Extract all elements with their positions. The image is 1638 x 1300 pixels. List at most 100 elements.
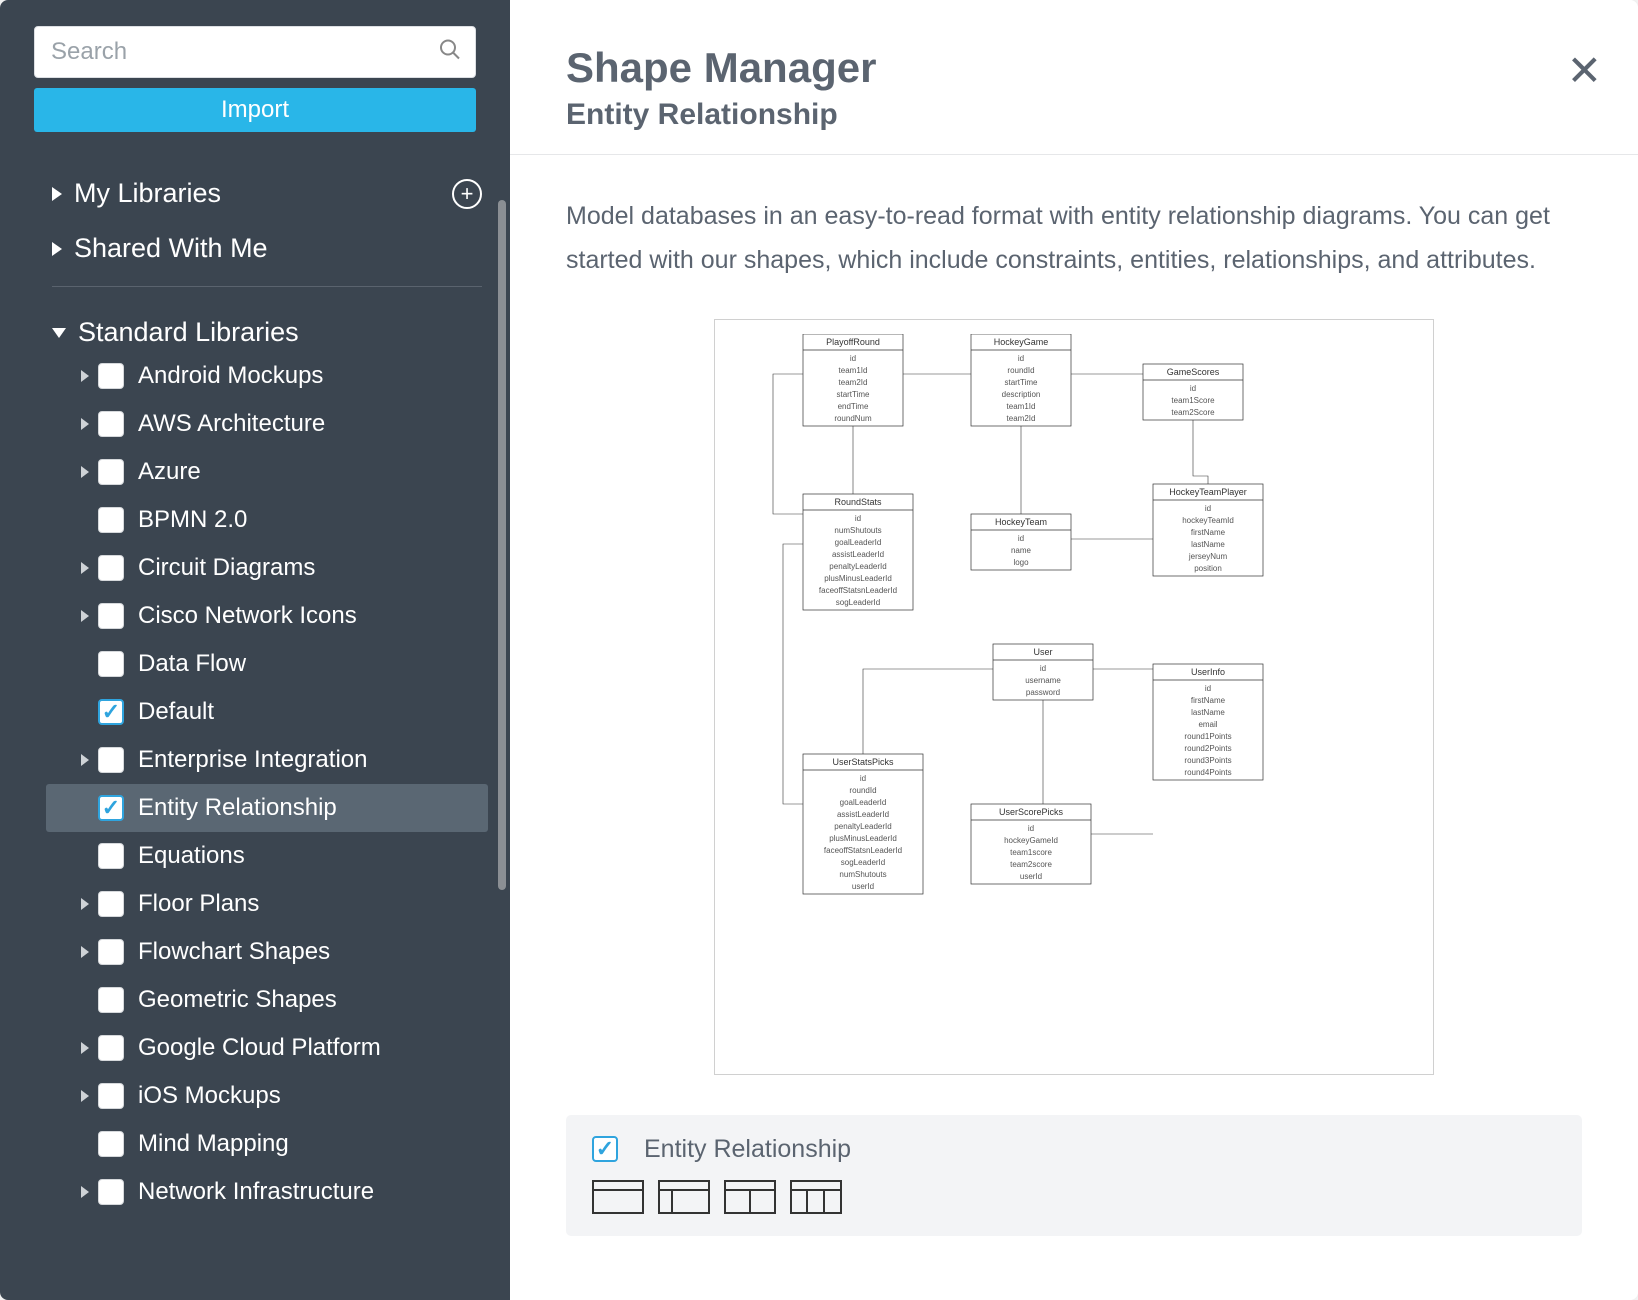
page-subtitle: Entity Relationship: [566, 98, 1582, 132]
library-item[interactable]: Enterprise Integration: [46, 736, 488, 784]
library-item[interactable]: BPMN 2.0: [46, 496, 488, 544]
svg-text:round3Points: round3Points: [1184, 756, 1231, 765]
caret-right-icon: [81, 562, 89, 574]
svg-text:id: id: [1028, 824, 1034, 833]
svg-text:id: id: [850, 354, 856, 363]
shared-section[interactable]: Shared With Me: [46, 221, 488, 276]
library-checkbox[interactable]: [98, 939, 124, 965]
caret-right-icon: [81, 898, 89, 910]
standard-libraries-section[interactable]: Standard Libraries: [46, 305, 488, 352]
description-text: Model databases in an easy-to-read forma…: [566, 195, 1582, 283]
library-label: Entity Relationship: [138, 794, 337, 822]
scrollbar-thumb[interactable]: [498, 200, 506, 890]
svg-text:logo: logo: [1013, 558, 1029, 567]
svg-text:assistLeaderId: assistLeaderId: [837, 810, 889, 819]
svg-text:team1Id: team1Id: [1007, 402, 1036, 411]
caret-right-icon: [81, 370, 89, 382]
entity-shape-icon[interactable]: [658, 1180, 710, 1214]
svg-text:firstName: firstName: [1191, 528, 1226, 537]
search-input[interactable]: [34, 26, 476, 78]
library-checkbox[interactable]: [98, 555, 124, 581]
library-checkbox[interactable]: [98, 843, 124, 869]
library-checkbox[interactable]: [98, 1131, 124, 1157]
svg-text:team1score: team1score: [1010, 848, 1052, 857]
svg-text:round1Points: round1Points: [1184, 732, 1231, 741]
library-item[interactable]: AWS Architecture: [46, 400, 488, 448]
entity-shape-icon[interactable]: [790, 1180, 842, 1214]
shape-set-checkbox[interactable]: ✓: [592, 1136, 618, 1162]
svg-text:GameScores: GameScores: [1167, 367, 1220, 377]
svg-text:startTime: startTime: [836, 390, 870, 399]
library-checkbox[interactable]: [98, 363, 124, 389]
library-checkbox[interactable]: [98, 891, 124, 917]
svg-text:team2Score: team2Score: [1171, 408, 1215, 417]
svg-text:HockeyGame: HockeyGame: [994, 337, 1049, 347]
svg-text:PlayoffRound: PlayoffRound: [826, 337, 880, 347]
library-checkbox[interactable]: [98, 987, 124, 1013]
svg-text:id: id: [855, 514, 861, 523]
library-checkbox[interactable]: ✓: [98, 795, 124, 821]
library-checkbox[interactable]: [98, 507, 124, 533]
library-label: Google Cloud Platform: [138, 1034, 381, 1062]
page-title: Shape Manager: [566, 44, 1582, 92]
svg-text:id: id: [1205, 504, 1211, 513]
library-item[interactable]: ✓Default: [46, 688, 488, 736]
library-checkbox[interactable]: [98, 1035, 124, 1061]
library-checkbox[interactable]: [98, 1179, 124, 1205]
library-item[interactable]: Geometric Shapes: [46, 976, 488, 1024]
entity-shape-icon[interactable]: [592, 1180, 644, 1214]
library-item[interactable]: Floor Plans: [46, 880, 488, 928]
caret-right-icon: [81, 1186, 89, 1198]
svg-text:assistLeaderId: assistLeaderId: [832, 550, 884, 559]
svg-text:endTime: endTime: [838, 402, 869, 411]
my-libraries-section[interactable]: My Libraries +: [46, 166, 488, 221]
svg-text:position: position: [1194, 564, 1222, 573]
library-item[interactable]: Circuit Diagrams: [46, 544, 488, 592]
library-checkbox[interactable]: [98, 1083, 124, 1109]
library-label: BPMN 2.0: [138, 506, 247, 534]
library-item[interactable]: Cisco Network Icons: [46, 592, 488, 640]
library-label: Mind Mapping: [138, 1130, 289, 1158]
add-library-icon[interactable]: +: [452, 179, 482, 209]
shape-set-label: Entity Relationship: [644, 1135, 851, 1164]
library-label: Flowchart Shapes: [138, 938, 330, 966]
library-item[interactable]: Flowchart Shapes: [46, 928, 488, 976]
library-label: Floor Plans: [138, 890, 259, 918]
svg-text:roundNum: roundNum: [834, 414, 872, 423]
library-item[interactable]: Data Flow: [46, 640, 488, 688]
library-item[interactable]: ✓ Entity Relationship: [46, 784, 488, 832]
library-checkbox[interactable]: ✓: [98, 699, 124, 725]
svg-text:team2score: team2score: [1010, 860, 1052, 869]
library-label: Enterprise Integration: [138, 746, 367, 774]
library-label: Equations: [138, 842, 245, 870]
caret-right-icon: [81, 418, 89, 430]
library-label: Data Flow: [138, 650, 246, 678]
library-item[interactable]: Google Cloud Platform: [46, 1024, 488, 1072]
library-item[interactable]: Network Infrastructure: [46, 1168, 488, 1216]
svg-text:team1Score: team1Score: [1171, 396, 1215, 405]
library-item[interactable]: Azure: [46, 448, 488, 496]
library-checkbox[interactable]: [98, 459, 124, 485]
close-icon[interactable]: ✕: [1567, 46, 1602, 95]
import-button[interactable]: Import: [34, 88, 476, 132]
svg-text:lastName: lastName: [1191, 540, 1225, 549]
library-checkbox[interactable]: [98, 651, 124, 677]
svg-text:RoundStats: RoundStats: [834, 497, 882, 507]
svg-text:name: name: [1011, 546, 1032, 555]
svg-text:goalLeaderId: goalLeaderId: [840, 798, 887, 807]
library-item[interactable]: Android Mockups: [46, 352, 488, 400]
section-label: Shared With Me: [74, 233, 268, 264]
library-item[interactable]: Mind Mapping: [46, 1120, 488, 1168]
library-checkbox[interactable]: [98, 603, 124, 629]
library-item[interactable]: Equations: [46, 832, 488, 880]
svg-text:hockeyGameId: hockeyGameId: [1004, 836, 1058, 845]
svg-text:numShutouts: numShutouts: [839, 870, 886, 879]
entity-shape-icon[interactable]: [724, 1180, 776, 1214]
library-item[interactable]: iOS Mockups: [46, 1072, 488, 1120]
library-checkbox[interactable]: [98, 747, 124, 773]
svg-text:UserInfo: UserInfo: [1191, 667, 1225, 677]
library-tree: My Libraries + Shared With Me Standard L…: [0, 142, 510, 1300]
library-checkbox[interactable]: [98, 411, 124, 437]
caret-right-icon: [81, 610, 89, 622]
shape-set-panel: ✓ Entity Relationship: [566, 1115, 1582, 1236]
